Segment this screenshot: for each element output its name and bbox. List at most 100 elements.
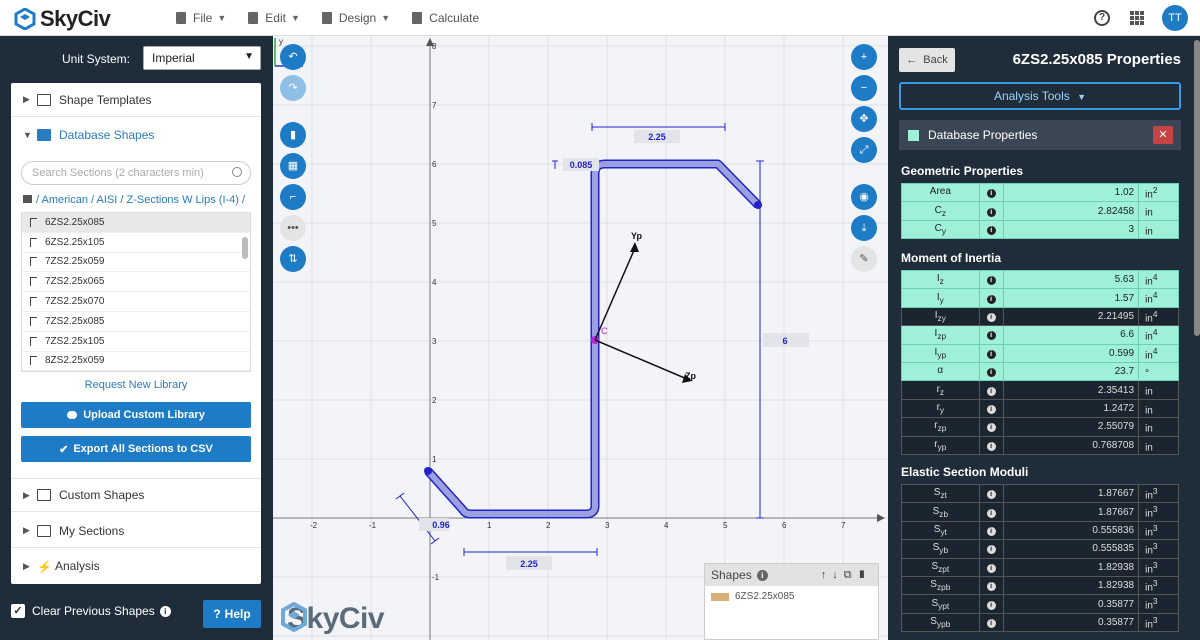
info-icon[interactable]: i [986,331,996,341]
info-icon[interactable]: i [986,404,996,414]
export-csv-button[interactable]: ✔ Export All Sections to CSV [21,436,251,462]
accordion-my-sections[interactable]: ▶ My Sections [11,514,261,548]
property-info[interactable]: i [978,575,1004,596]
clear-shapes-option[interactable]: ✓ Clear Previous Shapes i [11,604,171,618]
skyciv-logo[interactable]: SkyCiv [14,6,111,32]
list-item[interactable]: 6ZS2.25x085 [22,213,250,233]
info-icon[interactable]: i [986,441,996,451]
property-info[interactable]: i [978,557,1004,577]
info-icon[interactable]: i [986,545,996,555]
info-icon[interactable]: i [986,276,996,286]
breadcrumb-path[interactable]: / American / AISI / Z-Sections W Lips (I… [36,194,245,206]
property-info[interactable]: i [978,219,1004,240]
list-item[interactable]: 8ZS2.25x059 [22,352,250,371]
property-info[interactable]: i [978,483,1004,504]
info-icon[interactable]: i [986,368,996,378]
more-options-button[interactable]: ••• [280,215,306,241]
upload-library-button[interactable]: Upload Custom Library [21,402,251,428]
info-icon[interactable]: i [986,600,996,610]
info-icon[interactable]: i [986,508,996,518]
corner-tool-button[interactable]: ⌐ [280,184,306,210]
back-button[interactable]: ← Back [899,48,955,72]
property-info[interactable]: i [978,435,1004,455]
request-library-link[interactable]: Request New Library [11,379,261,391]
shape-list-item[interactable]: 6ZS2.25x085 [705,586,878,607]
property-info[interactable]: i [978,325,1004,345]
analysis-tools-button[interactable]: Analysis Tools ▼ [899,82,1181,110]
align-tool-button[interactable]: ⇅ [280,246,306,272]
list-scrollbar[interactable] [242,237,248,259]
menu-design[interactable]: Design ▼ [321,11,390,25]
info-icon[interactable]: i [986,349,996,359]
avatar[interactable]: TT [1162,5,1188,31]
info-icon[interactable]: i [159,605,171,617]
apps-grid-icon[interactable] [1130,11,1144,25]
redo-button[interactable]: ↷ [280,75,306,101]
home-icon[interactable] [23,195,32,203]
list-item[interactable]: 7ZS2.25x065 [22,272,250,293]
property-info[interactable]: i [978,201,1004,221]
menu-edit[interactable]: Edit ▼ [248,11,300,25]
info-icon[interactable]: i [986,423,996,433]
zoom-out-button[interactable]: − [851,75,877,101]
pan-button[interactable]: ✥ [851,106,877,132]
property-info[interactable]: i [978,380,1004,400]
info-icon[interactable]: i [986,207,996,217]
zoom-in-button[interactable]: + [851,44,877,70]
delete-button[interactable]: ▮ [280,122,306,148]
info-icon[interactable]: i [986,225,996,235]
accordion-database-shapes[interactable]: ▼ Database Shapes [11,118,261,152]
search-input[interactable]: Search Sections (2 characters min) [21,161,251,185]
property-info[interactable]: i [978,398,1004,419]
property-info[interactable]: i [978,306,1004,327]
help-button[interactable]: ? Help [203,600,261,628]
menu-file[interactable]: File ▼ [176,11,226,25]
property-info[interactable]: i [978,539,1004,559]
undo-button[interactable]: ↶ [280,44,306,70]
property-info[interactable]: i [978,612,1004,633]
accordion-shape-templates[interactable]: ▶ Shape Templates [11,83,261,117]
breadcrumb[interactable]: / American / AISI / Z-Sections W Lips (I… [23,194,245,206]
close-icon[interactable]: ✕ [1153,126,1173,144]
property-info[interactable]: i [978,182,1004,203]
clear-shapes-checkbox[interactable]: ✓ [11,604,25,618]
info-icon[interactable]: i [756,569,768,581]
property-info[interactable]: i [978,361,1004,382]
property-info[interactable]: i [978,520,1004,541]
lip-end-point[interactable] [424,467,432,475]
section-list[interactable]: 6ZS2.25x085 6ZS2.25x105 7ZS2.25x059 7ZS2… [21,212,251,372]
lip-end-point[interactable] [754,201,762,209]
info-icon[interactable]: i [986,526,996,536]
list-item[interactable]: 7ZS2.25x105 [22,332,250,352]
shape-order-controls[interactable]: ↑↓⧉▮ [821,569,872,582]
help-icon[interactable]: ? [1094,10,1110,26]
menu-calculate[interactable]: Calculate [412,11,479,25]
accordion-analysis[interactable]: ▶ ⚡ Analysis [11,549,261,583]
property-info[interactable]: i [978,269,1004,290]
info-icon[interactable]: i [986,386,996,396]
info-icon[interactable]: i [986,189,996,199]
info-icon[interactable]: i [986,312,996,322]
property-info[interactable]: i [978,417,1004,437]
info-icon[interactable]: i [986,563,996,573]
property-info[interactable]: i [978,288,1004,308]
drawing-canvas[interactable]: -2-101234567-112345678 C Yp Zp 2.25 0.08… [273,36,888,640]
list-item[interactable]: 7ZS2.25x059 [22,253,250,273]
property-info[interactable]: i [978,502,1004,522]
info-icon[interactable]: i [986,582,996,592]
edit-pencil-button[interactable]: ✎ [851,246,877,272]
info-icon[interactable]: i [986,490,996,500]
unit-system-select[interactable]: Imperial ▼ [143,46,261,70]
info-icon[interactable]: i [986,618,996,628]
list-item[interactable]: 6ZS2.25x105 [22,233,250,253]
grid-toggle-button[interactable]: ▦ [280,153,306,179]
section-drawing[interactable]: -2-101234567-112345678 C Yp Zp 2.25 0.08… [273,36,888,640]
screenshot-camera-button[interactable]: ◉ [851,184,877,210]
list-item[interactable]: 7ZS2.25x085 [22,312,250,332]
properties-scrollbar[interactable] [1194,40,1200,336]
accordion-custom-shapes[interactable]: ▶ Custom Shapes [11,478,261,512]
fit-view-button[interactable]: ⤢ [851,137,877,163]
property-info[interactable]: i [978,343,1004,363]
info-icon[interactable]: i [986,294,996,304]
list-item[interactable]: 7ZS2.25x070 [22,292,250,312]
